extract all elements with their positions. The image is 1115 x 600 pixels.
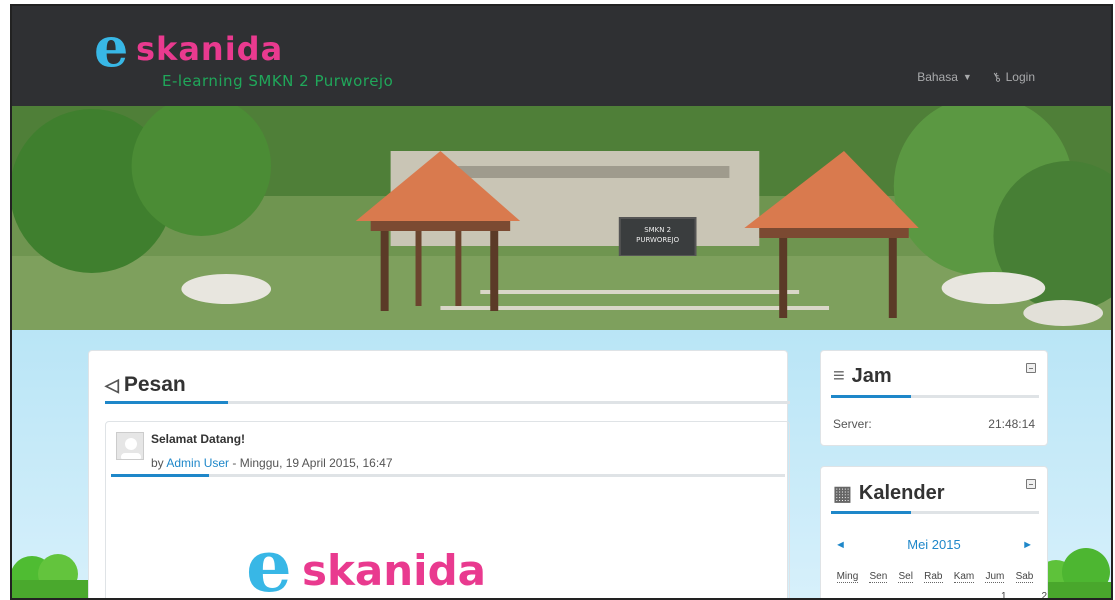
- weekday-rab: Rab: [924, 571, 943, 583]
- weekday-sab: Sab: [1015, 571, 1034, 583]
- calendar-title-text: Kalender: [858, 482, 945, 504]
- messages-title: ◁ Pesan: [105, 373, 186, 397]
- weekday-sen: Sen: [869, 571, 888, 583]
- message-post: Selamat Datang! by Admin User - Minggu, …: [105, 421, 790, 600]
- calendar-panel: ▦ Kalender ◄ Mei 2015 ► Ming Sen Sel Rab…: [820, 466, 1048, 598]
- collapse-clock-button[interactable]: [1026, 363, 1036, 373]
- clock-title: ≡ Jam: [833, 365, 892, 388]
- clock-title-underline: [831, 395, 1039, 398]
- calendar-weekday-header: Ming Sen Sel Rab Kam Jum Sab: [831, 571, 1039, 583]
- left-bush-decoration: [12, 554, 92, 598]
- key-icon: ⚷: [988, 68, 1004, 86]
- next-month-arrow-icon[interactable]: ►: [1022, 539, 1033, 551]
- calendar-first-week: 1 2: [1001, 591, 1047, 598]
- hero-slider[interactable]: SMKN 2 PURWOREJO: [12, 106, 1111, 330]
- menu-lines-icon: ≡: [833, 365, 845, 387]
- browser-viewport: e skanida E-learning SMKN 2 Purworejo Ba…: [10, 4, 1113, 600]
- navbar-menu: Bahasa ▼ ⚷ Login: [917, 68, 1035, 86]
- language-label: Bahasa: [917, 70, 958, 84]
- school-courtyard-image: SMKN 2 PURWOREJO: [12, 106, 1111, 330]
- messages-title-text: Pesan: [123, 373, 186, 396]
- sign-line-1: SMKN 2: [644, 226, 671, 234]
- weekday-jum: Jum: [985, 571, 1005, 583]
- calendar-date-1[interactable]: 1: [1001, 591, 1007, 598]
- logo-word: skanida: [136, 30, 284, 68]
- calendar-title-underline: [831, 511, 1039, 514]
- calendar-title: ▦ Kalender: [833, 481, 945, 506]
- caret-down-icon: ▼: [962, 72, 972, 82]
- calendar-date-2[interactable]: 2: [1041, 591, 1047, 598]
- server-label: Server:: [833, 417, 872, 431]
- top-navbar: e skanida E-learning SMKN 2 Purworejo Ba…: [12, 6, 1111, 106]
- user-avatar[interactable]: [116, 432, 144, 460]
- post-by-label: by: [151, 456, 164, 470]
- calendar-icon: ▦: [833, 483, 852, 505]
- megaphone-icon: ◁: [105, 374, 119, 395]
- login-label: Login: [1005, 70, 1035, 84]
- weekday-ming: Ming: [836, 571, 859, 583]
- collapse-calendar-button[interactable]: [1026, 479, 1036, 489]
- post-date: - Minggu, 19 April 2015, 16:47: [232, 456, 393, 470]
- site-logo[interactable]: e skanida E-learning SMKN 2 Purworejo: [94, 20, 424, 94]
- post-logo-image: e skanida: [246, 523, 546, 600]
- language-dropdown[interactable]: Bahasa ▼: [917, 70, 972, 84]
- messages-panel: ◁ Pesan Selamat Datang! by Admin User - …: [88, 350, 790, 600]
- previous-month-arrow-icon[interactable]: ◄: [835, 539, 846, 551]
- post-underline: [111, 474, 785, 477]
- site-subtitle: E-learning SMKN 2 Purworejo: [162, 72, 394, 90]
- server-time: 21:48:14: [988, 417, 1035, 431]
- calendar-month-label[interactable]: Mei 2015: [907, 537, 960, 552]
- weekday-sel: Sel: [898, 571, 913, 583]
- login-link[interactable]: ⚷ Login: [988, 68, 1035, 86]
- sign-line-2: PURWOREJO: [636, 236, 679, 244]
- clock-panel: ≡ Jam Server: 21:48:14: [820, 350, 1048, 446]
- post-title: Selamat Datang!: [151, 432, 246, 446]
- author-link[interactable]: Admin User: [166, 456, 229, 470]
- logo-letter: e: [94, 15, 129, 79]
- post-logo-word: skanida: [302, 546, 486, 595]
- weekday-kam: Kam: [953, 571, 975, 583]
- post-logo-letter: e: [246, 523, 292, 600]
- clock-title-text: Jam: [851, 365, 892, 387]
- calendar-navigation: ◄ Mei 2015 ►: [835, 537, 1033, 552]
- post-meta: by Admin User - Minggu, 19 April 2015, 1…: [151, 456, 393, 470]
- default-user-icon: [117, 433, 143, 459]
- messages-title-underline: [105, 401, 790, 404]
